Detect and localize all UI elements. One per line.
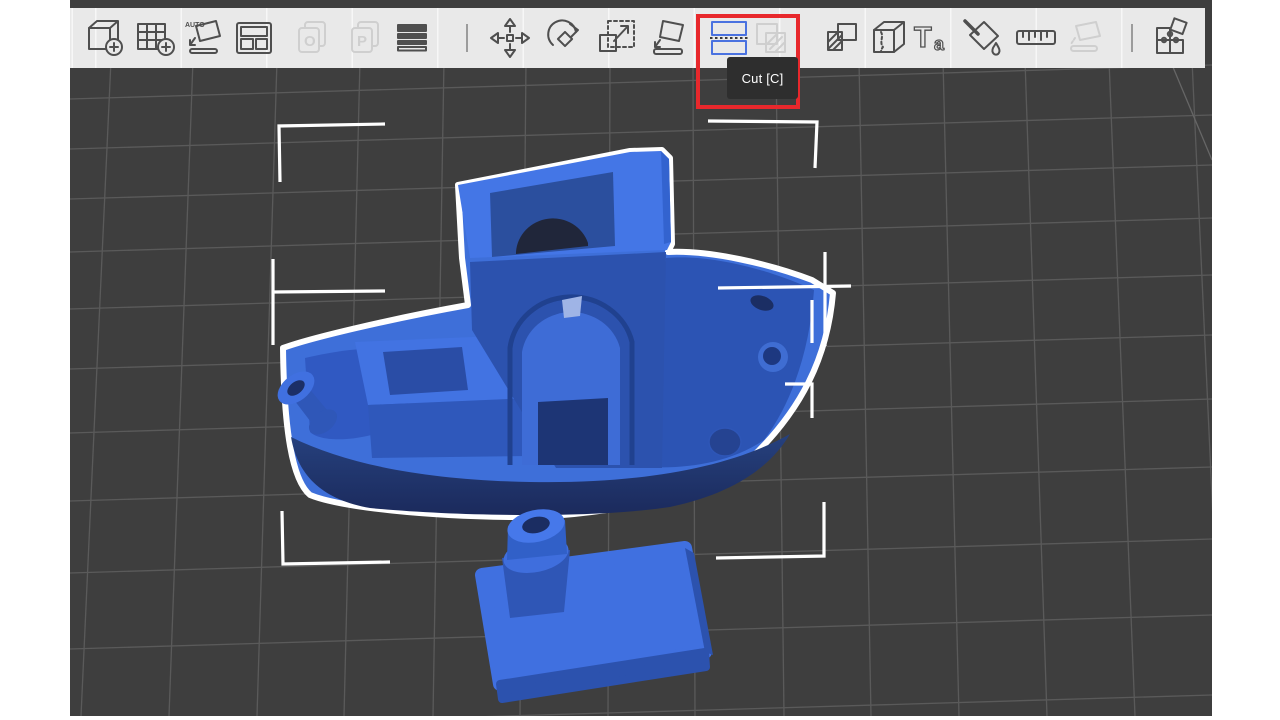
app-window: AUTO O P: [0, 0, 1280, 720]
seam-paint-button[interactable]: [867, 16, 911, 60]
cabin-door-shadow: [538, 398, 608, 465]
measure-button[interactable]: [1014, 16, 1058, 60]
viewport-3d[interactable]: [70, 0, 1212, 716]
main-toolbar: AUTO O P: [70, 8, 1205, 68]
layer-height-button[interactable]: [390, 16, 434, 60]
boat-model[interactable]: [271, 150, 833, 517]
assembly-button[interactable]: [1149, 16, 1193, 60]
text-glyph-a: a: [934, 34, 945, 54]
text-glyph-T: T: [914, 22, 932, 54]
auto-orient-button[interactable]: AUTO: [183, 16, 227, 60]
cut-tooltip: Cut [C]: [727, 57, 798, 99]
lay-flat-button[interactable]: [648, 16, 692, 60]
split-parts-button[interactable]: P: [344, 16, 388, 60]
move-button[interactable]: [488, 16, 532, 60]
auto-glyph: AUTO: [185, 22, 205, 29]
scale-button[interactable]: [595, 16, 639, 60]
add-plate-button[interactable]: [133, 16, 177, 60]
toolbar-separator: [466, 24, 468, 52]
arrange-button[interactable]: [232, 16, 276, 60]
viewport-canvas[interactable]: [70, 0, 1212, 716]
porthole-hole: [763, 347, 781, 365]
split-objects-button[interactable]: O: [291, 16, 335, 60]
toolbar-separator: [1131, 24, 1133, 52]
rotate-button[interactable]: [543, 16, 587, 60]
text-tool-button[interactable]: T a: [910, 16, 954, 60]
split-parts-glyph: P: [357, 33, 367, 50]
add-object-button[interactable]: [82, 16, 126, 60]
split-objects-glyph: O: [304, 33, 316, 50]
cargo-box-front: [368, 398, 532, 458]
color-paint-button[interactable]: [960, 16, 1004, 60]
cut-piece[interactable]: [482, 504, 713, 699]
orient-disabled-button[interactable]: [1063, 16, 1107, 60]
support-paint-button[interactable]: [820, 16, 864, 60]
cargo-box-recess: [383, 347, 468, 395]
lower-porthole: [709, 428, 741, 456]
cut-tooltip-label: Cut [C]: [742, 71, 784, 86]
